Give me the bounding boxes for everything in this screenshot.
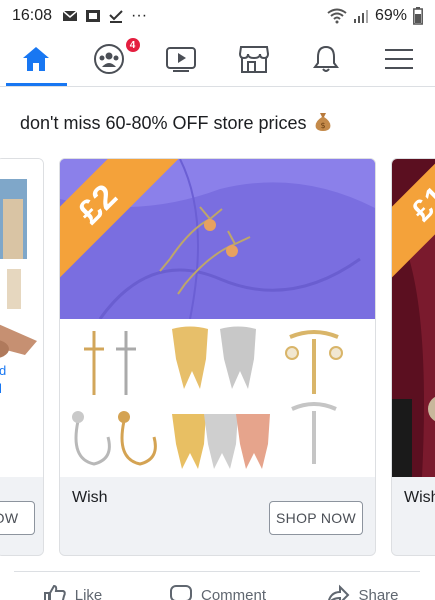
main-card-brand: Wish (72, 489, 108, 506)
tab-menu[interactable] (363, 32, 435, 86)
status-bar: 16:08 ··· 69% (0, 0, 435, 32)
download-done-icon (109, 10, 123, 23)
tab-notifications[interactable] (290, 32, 363, 86)
left-card-text-2: l (0, 381, 2, 396)
notifications-icon (313, 45, 340, 72)
svg-text:$: $ (320, 121, 325, 130)
battery-icon (413, 7, 423, 25)
comment-icon (169, 585, 192, 600)
carousel-card-right[interactable]: £1 Wish (391, 158, 435, 556)
tab-marketplace[interactable] (218, 32, 291, 86)
left-card-image: d l (0, 159, 43, 477)
tab-home[interactable] (0, 32, 73, 86)
post-actions: Like Comment Share (0, 580, 435, 600)
home-icon (23, 47, 50, 71)
carousel-card-left[interactable]: d l OW (0, 158, 44, 556)
product-image: £2 (60, 159, 375, 477)
status-time: 16:08 (12, 7, 53, 24)
left-card-text: d (0, 363, 6, 378)
more-notifications: ··· (131, 7, 148, 24)
like-button[interactable]: Like (0, 580, 145, 600)
left-card-footer: OW (0, 477, 43, 555)
menu-icon (384, 49, 413, 69)
comment-button[interactable]: Comment (145, 580, 290, 600)
actions-divider (14, 571, 420, 572)
like-icon (43, 584, 66, 600)
shop-now-button[interactable]: SHOP NOW (269, 501, 363, 535)
wifi-icon (327, 8, 347, 24)
app-icon (86, 10, 101, 22)
signal-icon (353, 10, 368, 23)
right-card-image: £1 (392, 159, 435, 477)
watch-icon (166, 47, 197, 72)
groups-badge: 4 (124, 37, 141, 53)
gmail-icon (62, 10, 78, 21)
top-nav: 4 (0, 32, 435, 86)
tab-groups[interactable]: 4 (73, 32, 146, 86)
right-card-brand: Wish (404, 489, 435, 506)
share-icon (328, 584, 350, 600)
money-bag-icon: $ (315, 113, 330, 131)
tab-watch[interactable] (145, 32, 218, 86)
left-card-shop-button[interactable]: OW (0, 501, 35, 535)
battery-percent: 69% (374, 7, 407, 24)
carousel-card-main[interactable]: £2 Wish SHOP NOW (59, 158, 376, 556)
right-card-footer: Wish (392, 477, 435, 555)
main-card-footer: Wish SHOP NOW (60, 477, 375, 555)
groups-icon (93, 44, 124, 74)
marketplace-icon (238, 46, 269, 73)
share-button[interactable]: Share (290, 580, 435, 600)
nav-divider (0, 86, 435, 87)
post-text: don't miss 60-80% OFF store prices $ (20, 110, 334, 134)
